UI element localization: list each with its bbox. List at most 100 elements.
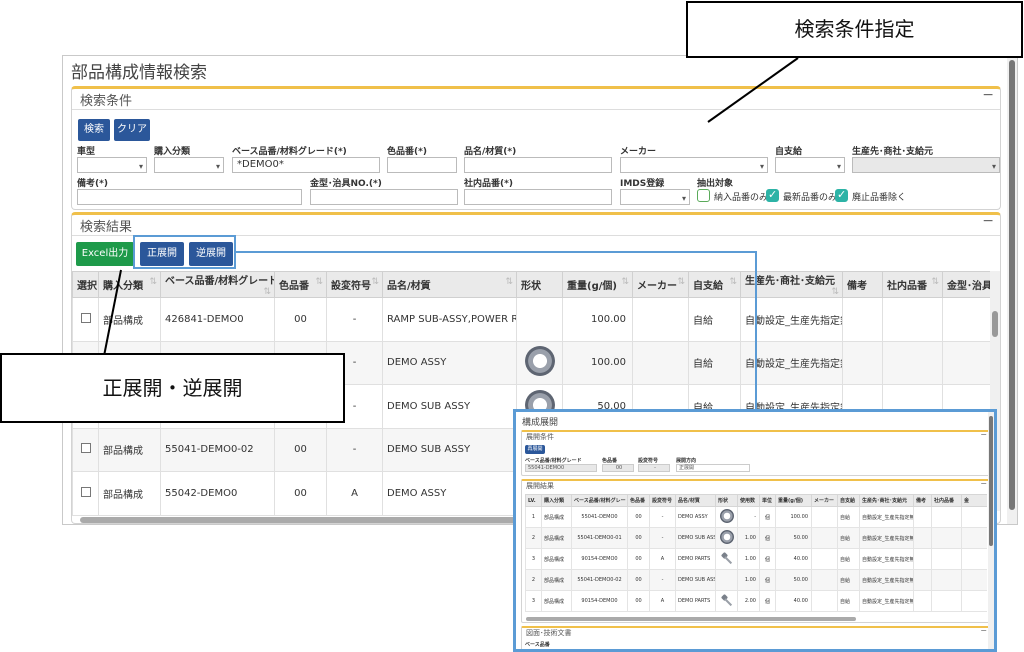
cell-maker	[811, 506, 838, 528]
cell-maker	[811, 590, 838, 612]
expand-col[interactable]: 備考	[913, 494, 932, 507]
cell-lv: 3	[525, 590, 542, 612]
cell-color: 00	[627, 569, 650, 591]
cell-dest: 自動設定_生産先指定無し	[859, 590, 914, 612]
direction-label: 展開方向	[676, 458, 697, 464]
cell-remarks	[913, 548, 932, 570]
cell-dest: 自動設定_生産先指定無し	[859, 506, 914, 528]
direction-select[interactable]: 正展開	[676, 464, 750, 472]
cell-supply: 自給	[837, 548, 860, 570]
expand-row[interactable]: 3 部品構成 90154-DEMO0 00 A DEMO PARTS 2.00 個 40.00 自…	[525, 590, 987, 612]
cell-mold	[961, 590, 987, 612]
expand-row[interactable]: 1 部品構成 55041-DEMO0 00- DEMO ASSY - 個 100.00 自給 自動…	[525, 506, 987, 528]
cell-shape	[715, 527, 738, 549]
cell-qty: 1.00	[737, 548, 760, 570]
bolt-icon	[720, 551, 734, 565]
minimize-icon[interactable]: −	[980, 481, 987, 488]
expand-col[interactable]: 形状	[715, 494, 738, 507]
cell-lv: 2	[525, 569, 542, 591]
cell-change: A	[649, 548, 676, 570]
expand-col[interactable]: 品名/材質	[675, 494, 716, 507]
cell-unit: 個	[759, 569, 776, 591]
expand-col[interactable]: 金	[961, 494, 987, 507]
drawings-panel: 図面･技術文書 − ベース品番	[521, 626, 991, 649]
expand-col[interactable]: ベース品番/材料グレード	[571, 494, 628, 507]
expand-row[interactable]: 3 部品構成 90154-DEMO0 00 A DEMO PARTS 1.00 個 40.00 自…	[525, 548, 987, 570]
expand-row[interactable]: 2 部品構成 55041-DEMO0-02 00- DEMO SUB ASSY 1.00 個…	[525, 569, 987, 591]
cell-qty: -	[737, 506, 760, 528]
cell-shape	[715, 506, 738, 528]
cell-part: 55041-DEMO0-01	[571, 527, 628, 549]
cell-unit: 個	[759, 548, 776, 570]
expand-col[interactable]: 重量(g/個)	[775, 494, 812, 507]
expand-row[interactable]: 2 部品構成 55041-DEMO0-01 00- DEMO SUB ASSY 1.00 個…	[525, 527, 987, 549]
expand-col[interactable]: 使用数	[737, 494, 760, 507]
expand-col[interactable]: 購入分類	[541, 494, 572, 507]
cell-shape	[715, 548, 738, 570]
cell-name: DEMO SUB ASSY	[675, 527, 716, 549]
cell-name: DEMO PARTS	[675, 548, 716, 570]
cell-weight: 40.00	[775, 548, 812, 570]
cell-name: DEMO ASSY	[675, 506, 716, 528]
cell-remarks	[913, 590, 932, 612]
expand-table-header: LV. 購入分類 ベース品番/材料グレード 色品番 設変符号 品名/材質 形状 使用数 単位 重量…	[525, 494, 987, 507]
cell-weight: 50.00	[775, 527, 812, 549]
bolt-icon	[720, 593, 734, 607]
cell-qty: 1.00	[737, 569, 760, 591]
cell-name: DEMO SUB ASSY	[675, 569, 716, 591]
expand-col[interactable]: LV.	[525, 494, 542, 507]
expand-buttons-highlight	[133, 235, 236, 269]
cell-weight: 100.00	[775, 506, 812, 528]
cell-mold	[961, 569, 987, 591]
cell-color: 00	[627, 548, 650, 570]
cell-change: -	[649, 506, 676, 528]
expand-conditions-panel: 展開条件 − 再展開 ベース品番/材料グレード 55041-DEMO0 色品番 …	[521, 430, 991, 476]
cell-part: 55041-DEMO0	[571, 506, 628, 528]
cell-remarks	[913, 569, 932, 591]
expand-col[interactable]: 生産先･商社･支給元	[859, 494, 914, 507]
cell-name: DEMO PARTS	[675, 590, 716, 612]
cell-qty: 2.00	[737, 590, 760, 612]
cell-maker	[811, 548, 838, 570]
minimize-icon[interactable]: −	[980, 430, 987, 439]
cell-internal	[931, 506, 962, 528]
cell-supply: 自給	[837, 506, 860, 528]
cell-class: 部品構成	[541, 527, 572, 549]
cell-lv: 2	[525, 527, 542, 549]
cell-supply: 自給	[837, 590, 860, 612]
cell-unit: 個	[759, 590, 776, 612]
cell-color: 00	[627, 506, 650, 528]
cell-class: 部品構成	[541, 569, 572, 591]
cell-weight: 50.00	[775, 569, 812, 591]
expand-col[interactable]: 色品番	[627, 494, 650, 507]
change-label: 設変符号	[638, 458, 659, 464]
re-expand-button[interactable]: 再展開	[525, 445, 545, 454]
cell-shape	[715, 590, 738, 612]
expand-col[interactable]: 社内品番	[931, 494, 962, 507]
cell-lv: 1	[525, 506, 542, 528]
cell-part: 90154-DEMO0	[571, 548, 628, 570]
drawings-base-part-label: ベース品番	[525, 642, 550, 648]
cell-dest: 自動設定_生産先指定無し	[859, 569, 914, 591]
cell-change: A	[649, 590, 676, 612]
minimize-icon[interactable]: −	[980, 626, 987, 635]
expand-results-table: LV. 購入分類 ベース品番/材料グレード 色品番 設変符号 品名/材質 形状 使用数 単位 重量…	[525, 494, 987, 612]
cell-internal	[931, 548, 962, 570]
base-part-value: 55041-DEMO0	[525, 464, 597, 472]
cell-qty: 1.00	[737, 527, 760, 549]
cell-lv: 3	[525, 548, 542, 570]
cell-class: 部品構成	[541, 548, 572, 570]
cell-mold	[961, 527, 987, 549]
cell-dest: 自動設定_生産先指定無し	[859, 548, 914, 570]
expand-col[interactable]: 自支給	[837, 494, 860, 507]
expand-col[interactable]: メーカー	[811, 494, 838, 507]
inset-vertical-scrollbar[interactable]	[988, 412, 994, 649]
expand-col[interactable]: 単位	[759, 494, 776, 507]
expand-horizontal-scrollbar[interactable]	[526, 617, 856, 621]
cell-class: 部品構成	[541, 506, 572, 528]
cell-maker	[811, 569, 838, 591]
cell-shape	[715, 569, 738, 591]
expand-col[interactable]: 設変符号	[649, 494, 676, 507]
expansion-inset: 構成展開 展開条件 − 再展開 ベース品番/材料グレード 55041-DEMO0…	[513, 409, 997, 652]
cell-class: 部品構成	[541, 590, 572, 612]
